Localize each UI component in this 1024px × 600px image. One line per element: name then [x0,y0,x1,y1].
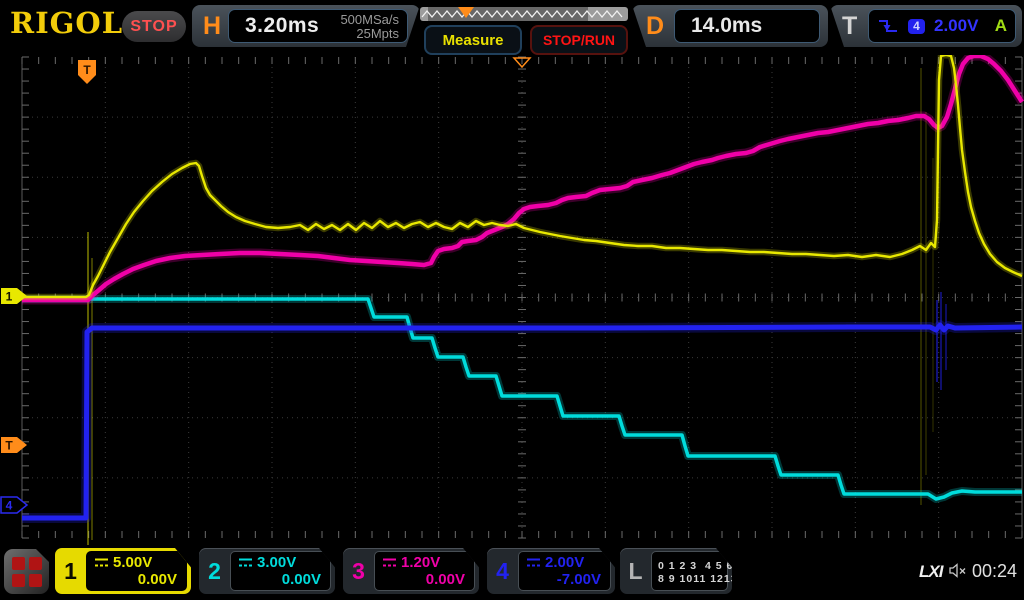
logic-row-2: 8 9 1011 12131415 [658,573,765,585]
waveform-display: 1 T 4 T [0,51,1024,546]
delay-inner: 14.0ms [674,9,820,43]
channel-4-box[interactable]: 4 2.00V -7.00V [487,548,615,594]
memory-waveform-strip [421,9,623,19]
timebase-value: 3.20ms [245,14,320,37]
channel-1-scale: 5.00V [113,554,153,571]
channel-3-scale: 1.20V [401,554,441,571]
ch4-trace [22,322,1023,521]
memory-trigger-pointer [458,7,474,18]
measure-button[interactable]: Measure [424,25,522,55]
logic-label: L [628,557,643,584]
channel-3-number: 3 [352,557,365,584]
trigger-source-badge: 4 [908,18,925,34]
channel-3-box[interactable]: 3 1.20V 0.00V [343,548,479,594]
ch4-offset-marker[interactable]: 4 [0,496,29,514]
trigger-mode: A [994,16,1007,35]
trigger-level-marker[interactable]: T [1,437,27,453]
dc-coupling-icon [526,557,541,568]
quick-menu-button[interactable] [4,549,49,594]
channel-1-offset: 0.00V [137,571,177,588]
speaker-muted-icon[interactable] [949,563,968,578]
channel-2-box[interactable]: 2 3.00V 0.00V [199,548,335,594]
sample-rate: 500MSa/s [340,12,399,27]
svg-text:1: 1 [6,290,13,304]
channel-1-number: 1 [64,557,77,584]
channel-2-number: 2 [208,557,221,584]
channel-4-scale: 2.00V [545,554,585,571]
rigol-logo: RIGOL [10,6,124,40]
horizontal-panel[interactable]: H 3.20ms 500MSa/s 25Mpts [192,5,420,47]
channel-2-scale: 3.00V [257,554,297,571]
svg-text:4: 4 [6,499,13,513]
svg-text:T: T [83,63,91,77]
channel-4-offset: -7.00V [556,571,601,588]
channel-2-offset: 0.00V [281,571,321,588]
channel-1-box[interactable]: 1 5.00V 0.00V [55,548,191,594]
menu-grid-icon [12,557,25,570]
channel-3-offset: 0.00V [425,571,465,588]
run-state-badge: STOP [122,11,186,42]
memory-depth: 25Mpts [356,26,399,41]
bottom-bar: 1 5.00V 0.00V 2 3.00V 0.00V 3 1.20V 0.00… [0,545,1024,600]
channel-4-number: 4 [496,557,509,584]
lxi-logo: LXI [919,562,943,581]
trigger-level-value: 2.00V [934,16,979,35]
trigger-panel[interactable]: T 4 2.00V A [830,5,1022,47]
delay-panel[interactable]: D 14.0ms [632,5,828,47]
falling-edge-icon [879,20,897,32]
d-label: D [646,11,665,40]
top-bar: RIGOL STOP H 3.20ms 500MSa/s 25Mpts Meas… [0,0,1024,55]
trigger-position-flag[interactable]: T [78,60,96,84]
t-label: T [842,11,858,40]
clock: 00:24 [972,561,1018,581]
logic-row-1: 0 1 2 3 4 5 6 7 [658,560,745,572]
delay-value: 14.0ms [691,14,763,37]
logic-channels-box[interactable]: L 0 1 2 3 4 5 6 7 8 9 1011 12131415 [620,548,732,594]
trigger-inner: 4 2.00V A [868,9,1016,43]
dc-coupling-icon [382,557,397,568]
dc-coupling-icon [238,557,253,568]
ch4-trace-glow [22,320,1023,523]
dc-coupling-icon [94,557,109,568]
stop-run-button[interactable]: STOP/RUN [530,25,628,55]
acquisition-info: 500MSa/s 25Mpts [340,13,399,41]
horizontal-inner: 3.20ms 500MSa/s 25Mpts [228,9,408,43]
h-label: H [203,11,222,40]
svg-text:T: T [5,439,13,453]
memory-position-bar[interactable] [420,7,628,21]
